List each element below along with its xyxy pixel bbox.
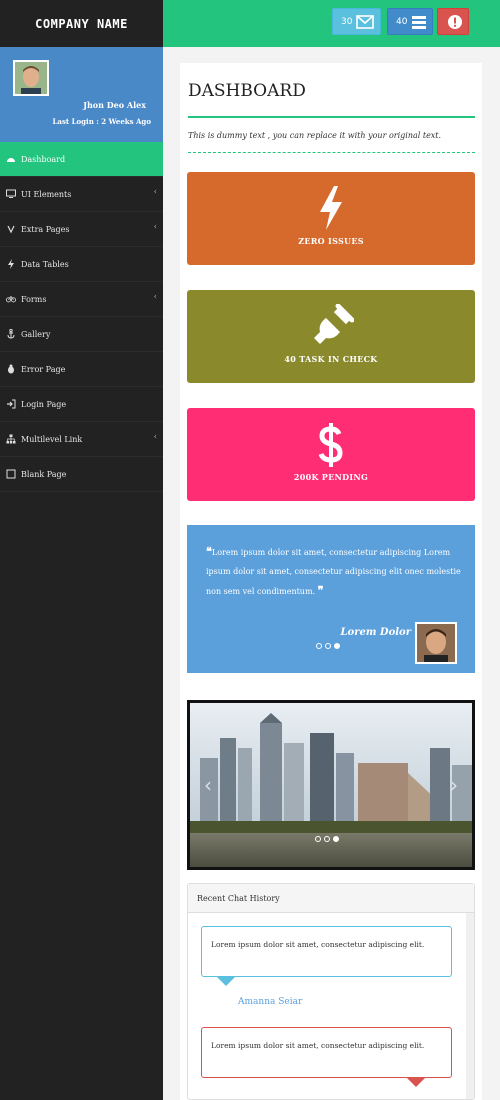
carousel-dot[interactable] <box>315 836 321 842</box>
sitemap-icon <box>6 434 16 444</box>
sidebar-item-ui-elements[interactable]: UI Elements ‹ <box>0 177 163 212</box>
sidebar-item-extra-pages[interactable]: Extra Pages ‹ <box>0 212 163 247</box>
bolt-icon <box>6 259 16 269</box>
sign-in-icon <box>6 399 16 409</box>
alerts-button[interactable] <box>437 8 469 35</box>
dollar-icon <box>187 422 475 468</box>
carousel-prev-arrow[interactable]: ‹ <box>204 773 212 797</box>
carousel-image: ‹ › <box>190 703 472 867</box>
square-icon <box>6 469 16 479</box>
plug-icon <box>187 304 475 348</box>
stat-label: 200K PENDING <box>293 472 369 482</box>
sidebar-item-label: Extra Pages <box>21 224 70 234</box>
carousel-dot-active[interactable] <box>334 643 340 649</box>
avatar <box>415 622 457 664</box>
sidebar-item-label: UI Elements <box>21 189 72 199</box>
chat-bubble-pointer <box>217 977 235 986</box>
tasks-button[interactable]: 40 <box>387 8 433 35</box>
chevron-left-icon: ‹ <box>153 222 157 231</box>
page-subtitle: This is dummy text , you can replace it … <box>188 131 442 140</box>
sidebar-item-forms[interactable]: Forms ‹ <box>0 282 163 317</box>
bars-icon <box>412 15 427 29</box>
image-carousel: ‹ › <box>187 700 475 870</box>
sidebar-item-label: Gallery <box>21 329 51 339</box>
title-divider <box>188 116 475 118</box>
sidebar-item-blank-page[interactable]: Blank Page <box>0 457 163 492</box>
exclamation-circle-icon <box>448 14 462 29</box>
chevron-left-icon: ‹ <box>153 292 157 301</box>
chat-scrollbar[interactable] <box>466 913 474 1099</box>
chevron-left-icon: ‹ <box>153 187 157 196</box>
messages-button[interactable]: 30 <box>332 8 381 35</box>
carousel-dot[interactable] <box>324 836 330 842</box>
sidebar-item-dashboard[interactable]: Dashboard <box>0 142 163 177</box>
messages-count: 30 <box>341 16 353 27</box>
sidebar-item-error-page[interactable]: Error Page <box>0 352 163 387</box>
stat-panel-pending[interactable]: 200K PENDING <box>187 408 475 501</box>
brand-logo[interactable]: COMPANY NAME <box>0 0 163 47</box>
carousel-indicators <box>315 836 339 842</box>
sidebar-item-label: Blank Page <box>21 469 67 479</box>
chat-message: Lorem ipsum dolor sit amet, consectetur … <box>201 1027 452 1078</box>
sidebar-item-gallery[interactable]: Gallery <box>0 317 163 352</box>
stat-panel-issues[interactable]: ZERO ISSUES <box>187 172 475 265</box>
top-navbar: COMPANY NAME 30 40 <box>0 0 500 47</box>
testimonial-author: Lorem Dolor <box>340 627 411 638</box>
anchor-icon <box>6 329 16 339</box>
sidebar-item-label: Error Page <box>21 364 66 374</box>
sidebar-item-label: Data Tables <box>21 259 69 269</box>
stat-label: ZERO ISSUES <box>298 236 364 246</box>
testimonial-carousel: ❝Lorem ipsum dolor sit amet, consectetur… <box>187 525 475 673</box>
code-icon <box>6 224 16 234</box>
chat-message: Lorem ipsum dolor sit amet, consectetur … <box>201 926 452 977</box>
chat-panel-title: Recent Chat History <box>188 884 474 913</box>
sidebar-item-label: Login Page <box>21 399 67 409</box>
last-login: Last Login : 2 Weeks Ago <box>52 117 152 126</box>
bicycle-icon <box>6 294 16 304</box>
quote-body: Lorem ipsum dolor sit amet, consectetur … <box>206 548 461 596</box>
page-title: DASHBOARD <box>188 81 306 101</box>
chat-sender-name[interactable]: Amanna Seiar <box>238 997 302 1007</box>
carousel-next-arrow[interactable]: › <box>450 773 458 797</box>
stat-label: 40 TASK IN CHECK <box>284 354 378 364</box>
carousel-dot[interactable] <box>325 643 331 649</box>
user-name: Jhon Deo Alex <box>83 100 146 110</box>
sidebar-item-login-page[interactable]: Login Page <box>0 387 163 422</box>
envelope-icon <box>356 14 375 29</box>
sidebar-item-multilevel-link[interactable]: Multilevel Link ‹ <box>0 422 163 457</box>
quote-right-icon: ❞ <box>317 584 324 597</box>
carousel-dot-active[interactable] <box>333 836 339 842</box>
sidebar-item-label: Multilevel Link <box>21 434 83 444</box>
sidebar-item-label: Forms <box>21 294 47 304</box>
chat-bubble-pointer <box>407 1078 425 1087</box>
sidebar-item-label: Dashboard <box>21 154 66 164</box>
user-panel: Jhon Deo Alex Last Login : 2 Weeks Ago <box>0 47 163 142</box>
bug-icon <box>6 364 16 374</box>
main-content: DASHBOARD This is dummy text , you can r… <box>180 63 482 1100</box>
dashed-divider <box>188 152 475 153</box>
dashboard-icon <box>6 154 16 164</box>
avatar <box>13 60 49 96</box>
sidebar: Jhon Deo Alex Last Login : 2 Weeks Ago D… <box>0 47 163 1100</box>
carousel-indicators <box>316 643 340 649</box>
desktop-icon <box>6 189 16 199</box>
sidebar-item-data-tables[interactable]: Data Tables <box>0 247 163 282</box>
chat-panel: Recent Chat History Lorem ipsum dolor si… <box>187 883 475 1100</box>
stat-panel-tasks[interactable]: 40 TASK IN CHECK <box>187 290 475 383</box>
tasks-count: 40 <box>396 16 408 27</box>
bolt-icon <box>187 186 475 230</box>
chevron-left-icon: ‹ <box>153 432 157 441</box>
testimonial-text: ❝Lorem ipsum dolor sit amet, consectetur… <box>206 542 461 601</box>
carousel-dot[interactable] <box>316 643 322 649</box>
